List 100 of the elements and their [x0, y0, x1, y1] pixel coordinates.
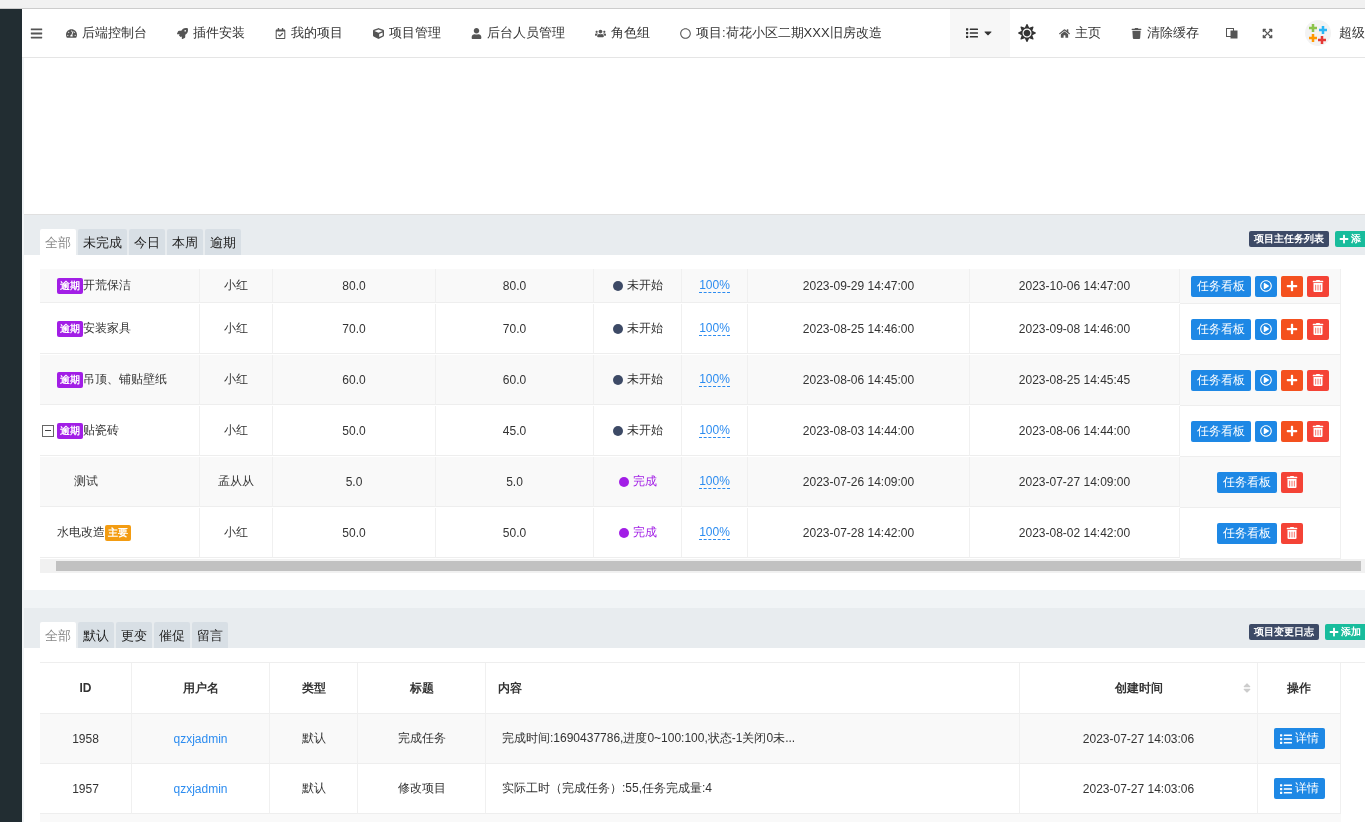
nav-item[interactable]: 项目:荷花小区二期XXX旧房改造	[665, 9, 897, 57]
table-cell: 2023-09-29 14:47:00	[748, 269, 970, 303]
progress-link[interactable]: 100%	[699, 474, 730, 489]
user-link[interactable]: qzxjadmin	[173, 781, 228, 796]
table-cell: 2023-07-27 14:03:06	[1020, 714, 1258, 764]
translate-icon	[1226, 27, 1238, 39]
progress-link[interactable]: 100%	[699, 525, 730, 540]
filter-tab[interactable]: 今日	[129, 229, 165, 255]
progress-link[interactable]: 100%	[699, 321, 730, 336]
table-cell: 2023-10-06 14:47:00	[970, 269, 1180, 303]
task-name: 贴瓷砖	[83, 422, 119, 439]
nav-item[interactable]: 项目管理	[358, 9, 456, 57]
task-name: 开荒保洁	[83, 277, 131, 294]
status-label: 未开始	[626, 320, 663, 337]
table-cell: 完成时间:1690437786,进度0~100:100,状态-1关闭0未...	[486, 714, 1020, 764]
table-cell: 小红	[200, 269, 273, 303]
delete-button[interactable]	[1307, 318, 1329, 340]
filter-tab[interactable]: 留言	[192, 622, 228, 648]
play-button[interactable]	[1255, 275, 1277, 297]
details-button[interactable]: 详情	[1273, 728, 1325, 749]
fullscreen-icon	[1262, 27, 1273, 39]
plus-icon	[1286, 425, 1298, 437]
table-cell: 2023-07-28 14:42:00	[748, 508, 970, 558]
table-cell: 2023-08-03 14:44:00	[748, 406, 970, 456]
main-tag: 主要	[105, 524, 131, 541]
table-cell: 80.0	[273, 269, 436, 303]
details-button[interactable]: 详情	[1273, 778, 1325, 799]
collapse-toggle[interactable]	[42, 424, 54, 437]
table-cell: 小红	[200, 355, 273, 405]
add-button[interactable]: 添加	[1325, 624, 1365, 640]
delete-button[interactable]	[1307, 420, 1329, 442]
table-cell: 小红	[200, 508, 273, 558]
user-menu[interactable]: 超级	[1285, 9, 1365, 57]
progress-link[interactable]: 100%	[699, 372, 730, 387]
status-label: 完成	[632, 473, 657, 490]
status-label: 完成	[632, 524, 657, 541]
delete-button[interactable]	[1307, 369, 1329, 391]
trash-icon	[1286, 476, 1298, 488]
play-button[interactable]	[1255, 369, 1277, 391]
column-header: 内容	[486, 663, 1020, 714]
nav-item[interactable]: 角色组	[580, 9, 665, 57]
progress-link[interactable]: 100%	[699, 423, 730, 438]
filter-tab[interactable]: 未完成	[78, 229, 127, 255]
add-button[interactable]	[1281, 318, 1303, 340]
task-board-button[interactable]: 任务看板	[1217, 522, 1277, 544]
filter-tab[interactable]: 本周	[167, 229, 203, 255]
nav-icon	[275, 27, 286, 39]
task-board-button[interactable]: 任务看板	[1191, 318, 1251, 340]
table-cell: 1957	[40, 764, 132, 814]
column-header: 标题	[358, 663, 486, 714]
add-button[interactable]	[1281, 275, 1303, 297]
play-icon	[1260, 374, 1272, 386]
overdue-tag: 逾期	[57, 277, 83, 294]
add-button[interactable]	[1281, 369, 1303, 391]
sun-icon	[1018, 24, 1036, 42]
nav-icon	[177, 27, 188, 39]
nav-icon	[680, 27, 691, 39]
status-label: 未开始	[626, 371, 663, 388]
task-board-button[interactable]: 任务看板	[1217, 471, 1277, 493]
filter-tab[interactable]: 催促	[154, 622, 190, 648]
task-board-button[interactable]: 任务看板	[1191, 420, 1251, 442]
column-header[interactable]: 创建时间	[1020, 663, 1258, 714]
nav-item[interactable]: 清除缓存	[1116, 9, 1214, 57]
table-cell: 实际工时（完成任务）:55,任务完成量:4	[486, 764, 1020, 814]
nav-item[interactable]: 后台人员管理	[456, 9, 580, 57]
user-link[interactable]: qzxjadmin	[173, 731, 228, 746]
task-board-button[interactable]: 任务看板	[1191, 369, 1251, 391]
trash-icon	[1312, 374, 1324, 386]
delete-button[interactable]	[1281, 471, 1303, 493]
add-button[interactable]: 添	[1335, 231, 1365, 247]
section-title-badge: 项目主任务列表	[1249, 231, 1329, 247]
overdue-tag: 逾期	[57, 371, 83, 388]
plus-icon	[1286, 374, 1298, 386]
table-cell: 完成任务	[358, 714, 486, 764]
nav-item[interactable]: 后端控制台	[51, 9, 162, 57]
filter-tab[interactable]: 默认	[78, 622, 114, 648]
section-title-badge: 项目变更日志	[1249, 624, 1319, 640]
task-name: 测试	[74, 473, 98, 490]
filter-tab[interactable]: 全部	[40, 622, 76, 648]
nav-item[interactable]: 主页	[1044, 9, 1116, 57]
play-button[interactable]	[1255, 318, 1277, 340]
trash-icon	[1286, 527, 1298, 539]
overdue-tag: 逾期	[57, 422, 83, 439]
delete-button[interactable]	[1307, 275, 1329, 297]
table-cell: 80.0	[436, 269, 594, 303]
add-button[interactable]	[1281, 420, 1303, 442]
filter-tab[interactable]: 逾期	[205, 229, 241, 255]
table-cell: 2023-08-25 14:46:00	[748, 304, 970, 354]
table-cell: 2023-07-27 14:03:06	[1020, 764, 1258, 814]
task-board-button[interactable]: 任务看板	[1191, 275, 1251, 297]
nav-item[interactable]: 我的项目	[260, 9, 358, 57]
horizontal-scrollbar[interactable]	[40, 559, 1365, 573]
column-header: 操作	[1258, 663, 1341, 714]
table-cell: 默认	[270, 714, 358, 764]
play-button[interactable]	[1255, 420, 1277, 442]
delete-button[interactable]	[1281, 522, 1303, 544]
nav-item[interactable]: 插件安装	[162, 9, 260, 57]
filter-tab[interactable]: 全部	[40, 229, 76, 255]
filter-tab[interactable]: 更变	[116, 622, 152, 648]
trash-icon	[1312, 280, 1324, 292]
